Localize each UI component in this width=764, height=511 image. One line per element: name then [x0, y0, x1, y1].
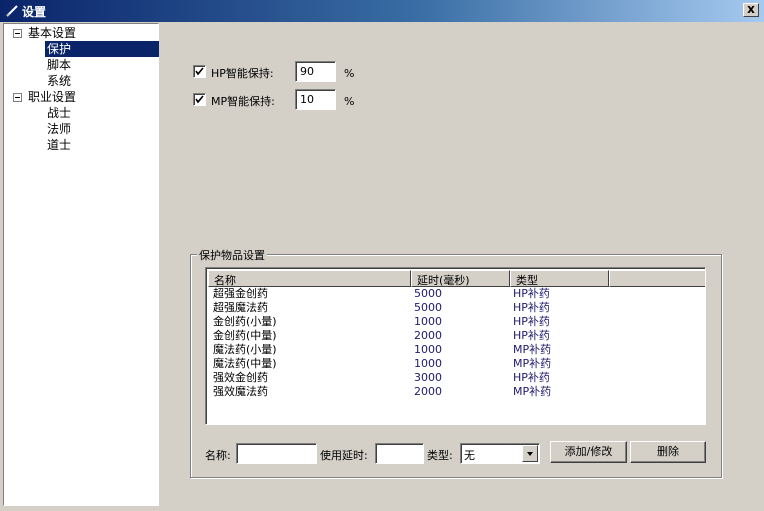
- item-type: MP补药: [513, 357, 552, 370]
- list-item[interactable]: 魔法药(小量) 1000 MP补药: [208, 343, 607, 357]
- item-type: HP补药: [513, 371, 550, 384]
- tree-item-taoist[interactable]: 道士: [47, 137, 71, 153]
- tree-item-protection[interactable]: 保护: [45, 41, 159, 57]
- col-type[interactable]: 类型: [510, 270, 609, 287]
- tree-group-class[interactable]: 职业设置: [28, 89, 76, 105]
- item-delay: 2000: [414, 385, 442, 398]
- item-type: MP补药: [513, 385, 552, 398]
- list-item[interactable]: 金创药(小量) 1000 HP补药: [208, 315, 607, 329]
- pencil-icon: [6, 5, 18, 17]
- list-item[interactable]: 魔法药(中量) 1000 MP补药: [208, 357, 607, 371]
- list-item[interactable]: 超强魔法药 5000 HP补药: [208, 301, 607, 315]
- item-name: 金创药(中量): [213, 329, 277, 342]
- item-type: MP补药: [513, 343, 552, 356]
- tree-group-basic[interactable]: 基本设置: [28, 25, 76, 41]
- tree-item-warrior[interactable]: 战士: [47, 105, 71, 121]
- list-item[interactable]: 超强金创药 5000 HP补药: [208, 287, 607, 301]
- hp-label: HP智能保持:: [211, 67, 274, 80]
- item-delay: 3000: [414, 371, 442, 384]
- items-list[interactable]: 名称 延时(毫秒) 类型 超强金创药 5000 HP补药 超强魔法药 5000 HP补药…: [205, 267, 706, 425]
- item-name: 超强金创药: [213, 287, 268, 300]
- checkmark-icon: [195, 67, 204, 76]
- delete-button[interactable]: 删除: [630, 441, 706, 463]
- item-name: 金创药(小量): [213, 315, 277, 328]
- list-header: 名称 延时(毫秒) 类型: [208, 270, 705, 287]
- mp-unit: %: [344, 95, 355, 108]
- type-label: 类型:: [427, 449, 453, 462]
- delay-label: 使用延时:: [320, 449, 368, 462]
- item-type: HP补药: [513, 287, 550, 300]
- list-item[interactable]: 强效魔法药 2000 MP补药: [208, 385, 607, 399]
- mp-checkbox[interactable]: [193, 93, 206, 106]
- add-edit-button[interactable]: 添加/修改: [550, 441, 627, 463]
- type-select-value: 无: [464, 449, 475, 462]
- list-item[interactable]: 金创药(中量) 2000 HP补药: [208, 329, 607, 343]
- settings-tree: 基本设置 保护 脚本 系统 职业设置 战士 法师 道士: [3, 23, 159, 506]
- item-type: HP补药: [513, 301, 550, 314]
- item-name: 魔法药(小量): [213, 343, 277, 356]
- hp-unit: %: [344, 67, 355, 80]
- tree-item-system[interactable]: 系统: [47, 73, 71, 89]
- item-type: HP补药: [513, 315, 550, 328]
- list-item[interactable]: 强效金创药 3000 HP补药: [208, 371, 607, 385]
- item-delay: 5000: [414, 287, 442, 300]
- mp-label: MP智能保持:: [211, 95, 275, 108]
- item-delay: 5000: [414, 301, 442, 314]
- type-select[interactable]: 无: [460, 443, 540, 464]
- name-label: 名称:: [205, 449, 231, 462]
- delay-input[interactable]: [375, 443, 424, 464]
- tree-item-script[interactable]: 脚本: [47, 57, 71, 73]
- chevron-down-icon[interactable]: [522, 445, 538, 462]
- collapse-icon[interactable]: [13, 29, 22, 38]
- item-name: 强效魔法药: [213, 385, 268, 398]
- group-title: 保护物品设置: [197, 247, 267, 263]
- item-delay: 2000: [414, 329, 442, 342]
- hp-checkbox[interactable]: [193, 65, 206, 78]
- tree-item-mage[interactable]: 法师: [47, 121, 71, 137]
- mp-input[interactable]: 10: [295, 89, 336, 110]
- item-delay: 1000: [414, 343, 442, 356]
- name-input[interactable]: [236, 443, 317, 464]
- item-type: HP补药: [513, 329, 550, 342]
- title-bar: 设置 x: [0, 0, 764, 22]
- col-extra[interactable]: [609, 270, 705, 287]
- collapse-icon[interactable]: [13, 93, 22, 102]
- item-name: 超强魔法药: [213, 301, 268, 314]
- item-delay: 1000: [414, 357, 442, 370]
- hp-input[interactable]: 90: [295, 61, 336, 82]
- item-name: 强效金创药: [213, 371, 268, 384]
- col-delay[interactable]: 延时(毫秒): [411, 270, 510, 287]
- close-button[interactable]: x: [743, 3, 759, 17]
- settings-window: 设置 x 基本设置 保护 脚本 系统 职业设置 战士 法师 道士 HP智能保持:…: [0, 0, 764, 511]
- item-name: 魔法药(中量): [213, 357, 277, 370]
- col-name[interactable]: 名称: [208, 270, 411, 287]
- checkmark-icon: [195, 95, 204, 104]
- window-title: 设置: [22, 5, 47, 19]
- item-delay: 1000: [414, 315, 442, 328]
